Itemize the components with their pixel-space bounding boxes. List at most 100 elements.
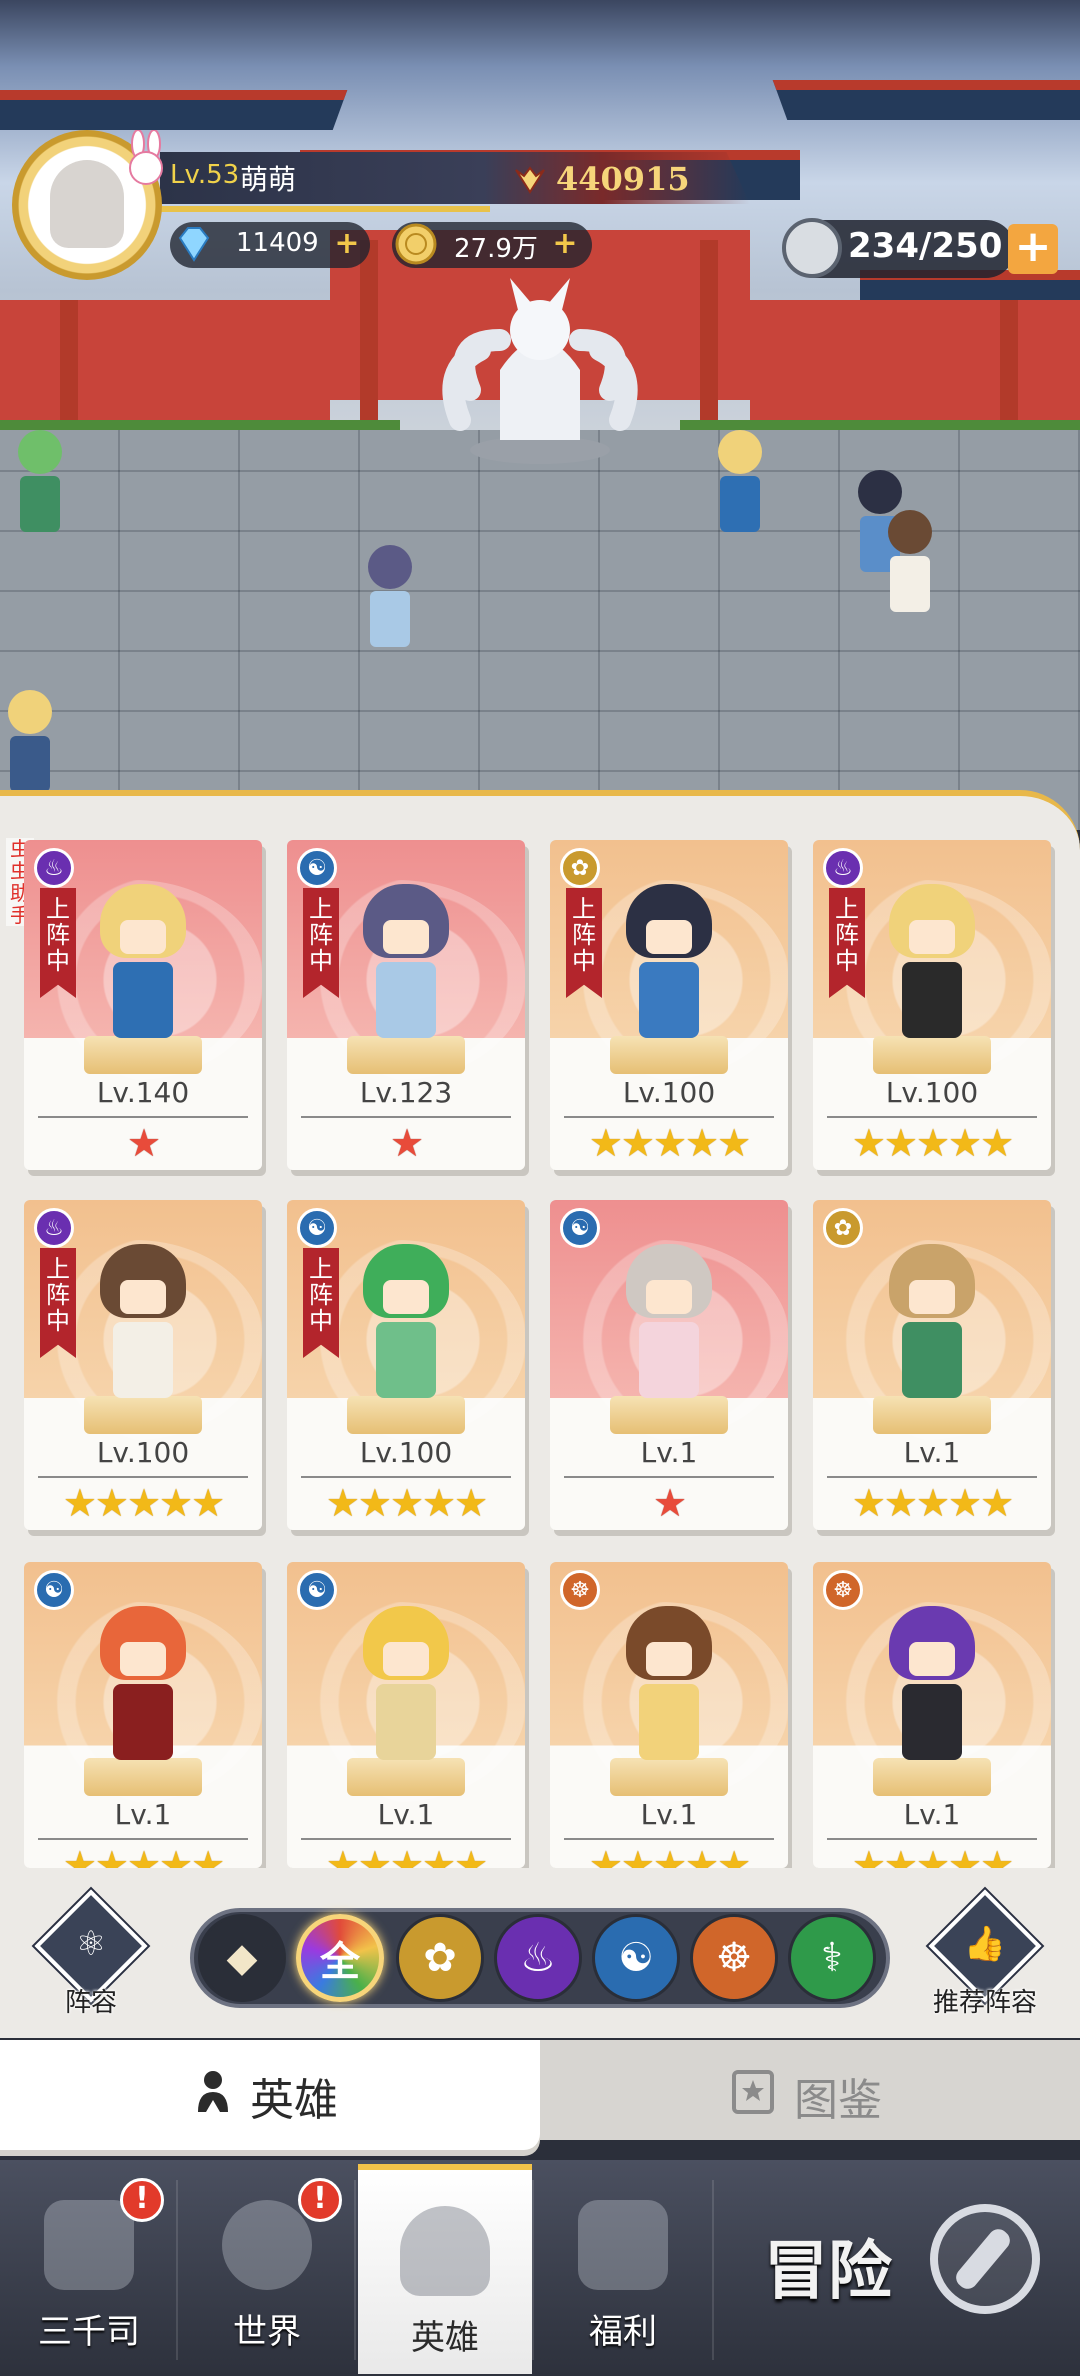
- filter-fire-icon[interactable]: ♨: [494, 1914, 582, 2002]
- game-scene: [0, 0, 1080, 830]
- diamond-icon: [178, 227, 210, 262]
- hero-head-icon: [400, 2206, 490, 2296]
- hero-level: Lv.100: [885, 1076, 979, 1109]
- hero-card[interactable]: ♨ 上阵中 Lv.100 ★★★★★: [813, 840, 1051, 1170]
- temple-icon: [44, 2200, 134, 2290]
- hero-stars: ★: [389, 1121, 424, 1165]
- add-stamina-button[interactable]: +: [1008, 224, 1058, 274]
- element-fire-icon: ♨: [34, 1208, 74, 1248]
- filter-class-icon[interactable]: ◆: [198, 1914, 286, 2002]
- hero-sprite: [624, 1606, 714, 1766]
- planet-icon: [222, 2200, 312, 2290]
- hero-stars: ★: [126, 1121, 161, 1165]
- player-level: Lv.53: [170, 160, 240, 190]
- element-fire-icon: ♨: [823, 848, 863, 888]
- filter-water-icon[interactable]: ☯: [592, 1914, 680, 2002]
- hero-level: Lv.123: [359, 1076, 453, 1109]
- hero-card[interactable]: ✿ 上阵中 Lv.100 ★★★★★: [550, 840, 788, 1170]
- hero-stars: ★★★★★: [325, 1843, 488, 1868]
- hero-stars: ★★★★★: [62, 1843, 225, 1868]
- pillar: [60, 300, 78, 430]
- hero-card[interactable]: ♨ 上阵中 Lv.140 ★: [24, 840, 262, 1170]
- hero-card[interactable]: ☸ Lv.1 ★★★★★: [813, 1562, 1051, 1868]
- add-diamond-button[interactable]: +: [334, 229, 360, 259]
- element-water-icon: ☯: [297, 1570, 337, 1610]
- hero-stars: ★★★★★: [851, 1121, 1014, 1165]
- add-gold-button[interactable]: +: [552, 229, 578, 259]
- filter-zen-icon[interactable]: ☸: [690, 1914, 778, 2002]
- hero-card[interactable]: ☸ Lv.1 ★★★★★: [550, 1562, 788, 1868]
- hero-stars: ★★★★★: [325, 1481, 488, 1525]
- hero-level: Lv.1: [640, 1798, 698, 1831]
- tab-codex-label: 图鉴: [794, 2075, 882, 2126]
- filter-all-label: 全: [320, 1939, 360, 1985]
- hero-sprite: [98, 1606, 188, 1766]
- hero-card[interactable]: ☯ 上阵中 Lv.100 ★★★★★: [287, 1200, 525, 1530]
- hero-card[interactable]: ☯ Lv.1 ★: [550, 1200, 788, 1530]
- element-water-icon: ☯: [560, 1208, 600, 1248]
- hero-sprite: [98, 1244, 188, 1404]
- hero-level: Lv.1: [640, 1436, 698, 1469]
- element-zen-icon: ☸: [560, 1570, 600, 1610]
- element-water-icon: ☯: [297, 848, 337, 888]
- pillar: [360, 240, 378, 420]
- nav-adventure[interactable]: 冒险: [714, 2164, 1080, 2374]
- deployed-ribbon: 上阵中: [40, 1248, 76, 1358]
- hero-level: Lv.1: [377, 1798, 435, 1831]
- hero-sprite: [624, 884, 714, 1044]
- hero-level: Lv.1: [903, 1798, 961, 1831]
- tab-codex[interactable]: 图鉴: [540, 2040, 1080, 2140]
- nav-world-label: 世界: [233, 2312, 301, 2352]
- gold-count: 27.9万: [454, 234, 538, 264]
- tab-heroes[interactable]: 英雄: [0, 2040, 540, 2150]
- hero-sprite: [624, 1244, 714, 1404]
- nav-sanqiansi[interactable]: ! 三千司: [2, 2164, 176, 2374]
- hero-level: Lv.100: [96, 1436, 190, 1469]
- hero-stars: ★★★★★: [851, 1843, 1014, 1868]
- combat-power-icon: [515, 166, 545, 194]
- scene-character: [10, 430, 70, 540]
- nav-world[interactable]: ! 世界: [180, 2164, 354, 2374]
- hero-card[interactable]: ☯ Lv.1 ★★★★★: [287, 1562, 525, 1868]
- combat-power-value: 440915: [556, 160, 690, 198]
- element-water-icon: ☯: [297, 1208, 337, 1248]
- hero-level: Lv.1: [114, 1798, 172, 1831]
- hero-level: Lv.100: [622, 1076, 716, 1109]
- pillar: [1000, 300, 1018, 430]
- filter-holy-icon[interactable]: ✿: [396, 1914, 484, 2002]
- hero-card[interactable]: ☯ Lv.1 ★★★★★: [24, 1562, 262, 1868]
- nav-heroes-label: 英雄: [411, 2318, 479, 2358]
- scene-character: [880, 510, 940, 620]
- lineup-label: 阵容: [64, 1988, 117, 2018]
- nav-adventure-label: 冒险: [764, 2235, 892, 2309]
- nav-heroes[interactable]: 英雄: [358, 2164, 532, 2374]
- hero-silhouette-icon: [198, 2071, 228, 2112]
- recommend-lineup-button[interactable]: 👍 推荐阵容: [928, 1889, 1042, 2018]
- filter-nature-icon[interactable]: ⚕: [788, 1914, 876, 2002]
- hero-card[interactable]: ✿ Lv.1 ★★★★★: [813, 1200, 1051, 1530]
- hero-stars: ★★★★★: [588, 1121, 751, 1165]
- alert-badge: !: [298, 2178, 342, 2222]
- element-holy-icon: ✿: [560, 848, 600, 888]
- temple-roof-right: [772, 80, 1080, 120]
- stamina-count: 234/250: [848, 226, 1003, 266]
- lineup-icon: ⚛: [75, 1924, 107, 1964]
- player-avatar[interactable]: [12, 130, 163, 280]
- recommend-lineup-label: 推荐阵容: [932, 1988, 1037, 2018]
- hero-stars: ★★★★★: [851, 1481, 1014, 1525]
- deployed-ribbon: 上阵中: [566, 888, 602, 998]
- hero-level: Lv.140: [96, 1076, 190, 1109]
- hero-card[interactable]: ☯ 上阵中 Lv.123 ★: [287, 840, 525, 1170]
- nav-welfare[interactable]: 福利: [536, 2164, 710, 2374]
- hero-sprite: [361, 1244, 451, 1404]
- deployed-ribbon: 上阵中: [303, 888, 339, 998]
- nav-sanqiansi-label: 三千司: [38, 2312, 140, 2352]
- lineup-button[interactable]: ⚛ 阵容: [34, 1889, 148, 2018]
- gift-box-icon: [578, 2200, 668, 2290]
- avatar-portrait: [50, 160, 124, 248]
- element-water-icon: ☯: [34, 1570, 74, 1610]
- diamond-count: 11409: [236, 228, 319, 258]
- filter-all[interactable]: 全: [296, 1914, 384, 2002]
- hero-sprite: [98, 884, 188, 1044]
- hero-card[interactable]: ♨ 上阵中 Lv.100 ★★★★★: [24, 1200, 262, 1530]
